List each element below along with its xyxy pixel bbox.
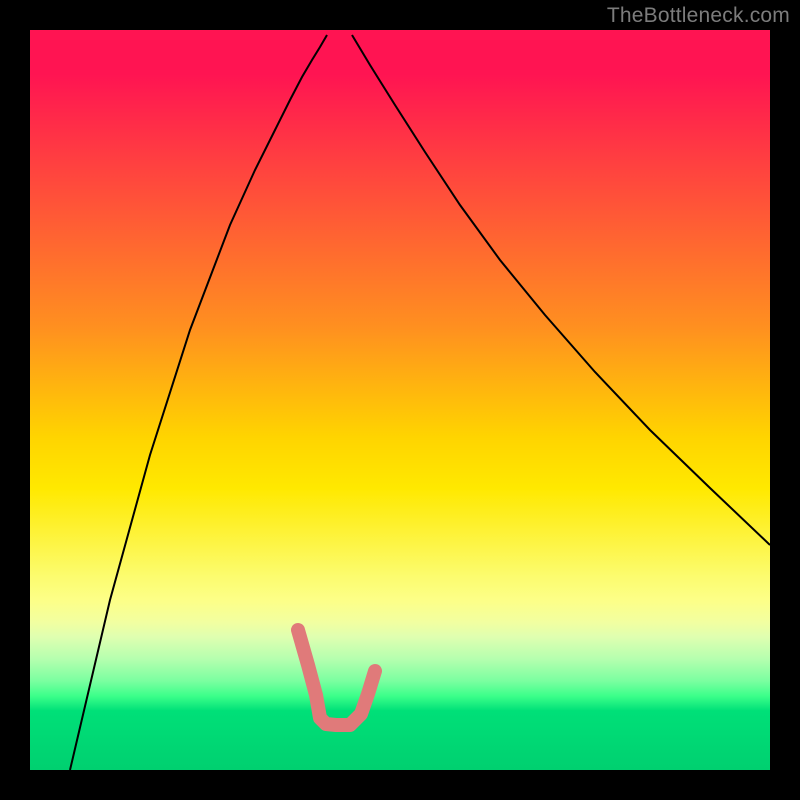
- watermark-text: TheBottleneck.com: [607, 4, 790, 28]
- curves-svg: [30, 30, 770, 770]
- curve-left: [70, 35, 327, 770]
- plot-area: [30, 30, 770, 770]
- curve-right: [352, 35, 770, 545]
- highlight-band: [298, 630, 375, 725]
- chart-frame: TheBottleneck.com: [0, 0, 800, 800]
